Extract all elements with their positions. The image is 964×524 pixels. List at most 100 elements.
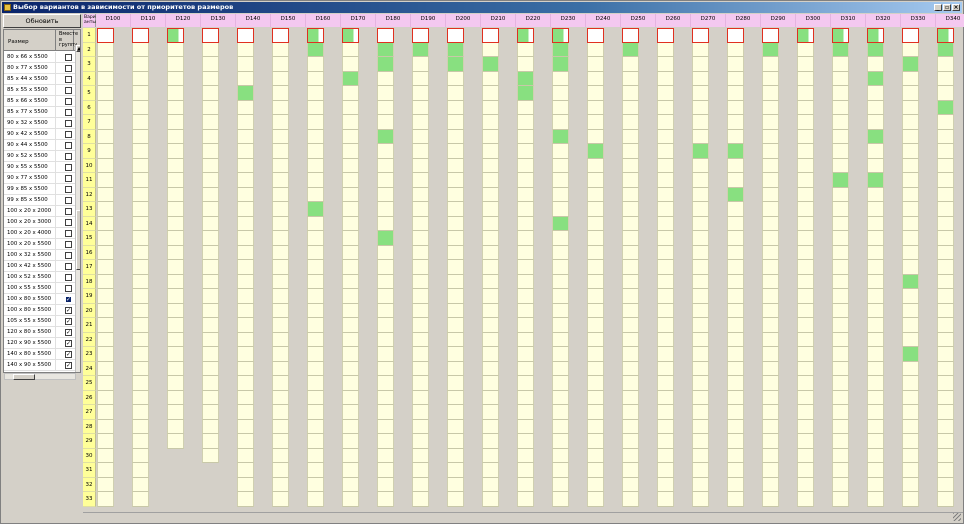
variant-cell[interactable] [762,376,779,391]
size-column-header[interactable]: Размер [4,30,56,51]
variant-cell[interactable] [762,129,779,144]
include-checkbox[interactable] [65,54,72,61]
variant-cell[interactable] [272,477,289,492]
variant-cell[interactable] [762,144,779,159]
column-header[interactable]: D160 [306,14,341,27]
column-header[interactable]: D280 [726,14,761,27]
variant-cell[interactable] [657,245,674,260]
variant-cell[interactable] [237,42,254,57]
variant-cell[interactable] [832,42,849,57]
variant-cell[interactable] [412,477,429,492]
variant-cell[interactable] [797,42,814,57]
variant-cell[interactable] [867,332,884,347]
variant-cell[interactable] [797,289,814,304]
variant-cell[interactable] [167,347,184,362]
variant-cell[interactable] [237,303,254,318]
variant-cell[interactable] [412,303,429,318]
variant-cell[interactable] [307,28,324,43]
variant-cell[interactable] [377,448,394,463]
variant-cell[interactable] [167,86,184,101]
variant-cell[interactable] [482,318,499,333]
variant-cell[interactable] [132,289,149,304]
variant-cell[interactable] [517,405,534,420]
variant-cell[interactable] [377,477,394,492]
variant-cell[interactable] [342,463,359,478]
variant-cell[interactable] [132,42,149,57]
variant-cell[interactable] [587,448,604,463]
variant-cell[interactable] [307,390,324,405]
variant-cell[interactable] [377,376,394,391]
variant-cell[interactable] [202,245,219,260]
variant-cell[interactable] [762,100,779,115]
variant-cell[interactable] [762,419,779,434]
variant-cell[interactable] [447,390,464,405]
variant-cell[interactable] [832,57,849,72]
variant-cell[interactable] [587,274,604,289]
variant-cell[interactable] [447,100,464,115]
variant-cell[interactable] [97,71,114,86]
variant-cell[interactable] [762,216,779,231]
variant-cell[interactable] [377,405,394,420]
variant-cell[interactable] [762,231,779,246]
variant-cell[interactable] [552,245,569,260]
variant-cell[interactable] [657,419,674,434]
variant-cell[interactable] [867,289,884,304]
size-row[interactable]: 90 x 42 x 5500 [4,129,80,140]
variant-cell[interactable] [832,71,849,86]
variant-cell[interactable] [412,390,429,405]
variant-cell[interactable] [937,115,954,130]
include-checkbox[interactable] [65,142,72,149]
variant-cell[interactable] [622,477,639,492]
variant-cell[interactable] [622,390,639,405]
variant-cell[interactable] [762,347,779,362]
variant-cell[interactable] [132,158,149,173]
variant-cell[interactable] [587,405,604,420]
include-checkbox[interactable] [65,153,72,160]
variant-cell[interactable] [937,231,954,246]
variant-cell[interactable] [97,390,114,405]
variant-cell[interactable] [167,405,184,420]
variant-cell[interactable] [727,28,744,43]
variant-cell[interactable] [937,405,954,420]
variant-cell[interactable] [377,100,394,115]
variant-cell[interactable] [657,187,674,202]
variant-cell[interactable] [552,361,569,376]
variant-cell[interactable] [867,115,884,130]
include-checkbox[interactable] [65,120,72,127]
variant-cell[interactable] [202,144,219,159]
variant-cell[interactable] [97,42,114,57]
variant-cell[interactable] [307,361,324,376]
variant-cell[interactable] [132,492,149,507]
variant-cell[interactable] [202,332,219,347]
variant-cell[interactable] [657,318,674,333]
include-checkbox[interactable]: ✓ [65,318,72,325]
variant-cell[interactable] [692,318,709,333]
variant-cell[interactable] [552,274,569,289]
variant-cell[interactable] [727,216,744,231]
variant-cell[interactable] [482,144,499,159]
variant-cell[interactable] [727,289,744,304]
variant-cell[interactable] [517,463,534,478]
variant-cell[interactable] [797,274,814,289]
variant-cell[interactable] [867,57,884,72]
variant-cell[interactable] [552,42,569,57]
variant-cell[interactable] [937,390,954,405]
variant-cell[interactable] [97,187,114,202]
variant-cell[interactable] [447,173,464,188]
variant-cell[interactable] [622,361,639,376]
variant-cell[interactable] [517,347,534,362]
variant-cell[interactable] [867,245,884,260]
variant-cell[interactable] [867,434,884,449]
variant-cell[interactable] [657,57,674,72]
include-checkbox[interactable] [65,164,72,171]
variant-cell[interactable] [517,245,534,260]
variant-cell[interactable] [447,57,464,72]
variant-cell[interactable] [307,376,324,391]
variant-cell[interactable] [762,86,779,101]
variant-cell[interactable] [867,361,884,376]
variant-cell[interactable] [447,231,464,246]
variant-cell[interactable] [657,376,674,391]
variant-cell[interactable] [482,289,499,304]
variant-cell[interactable] [272,231,289,246]
variant-cell[interactable] [797,245,814,260]
